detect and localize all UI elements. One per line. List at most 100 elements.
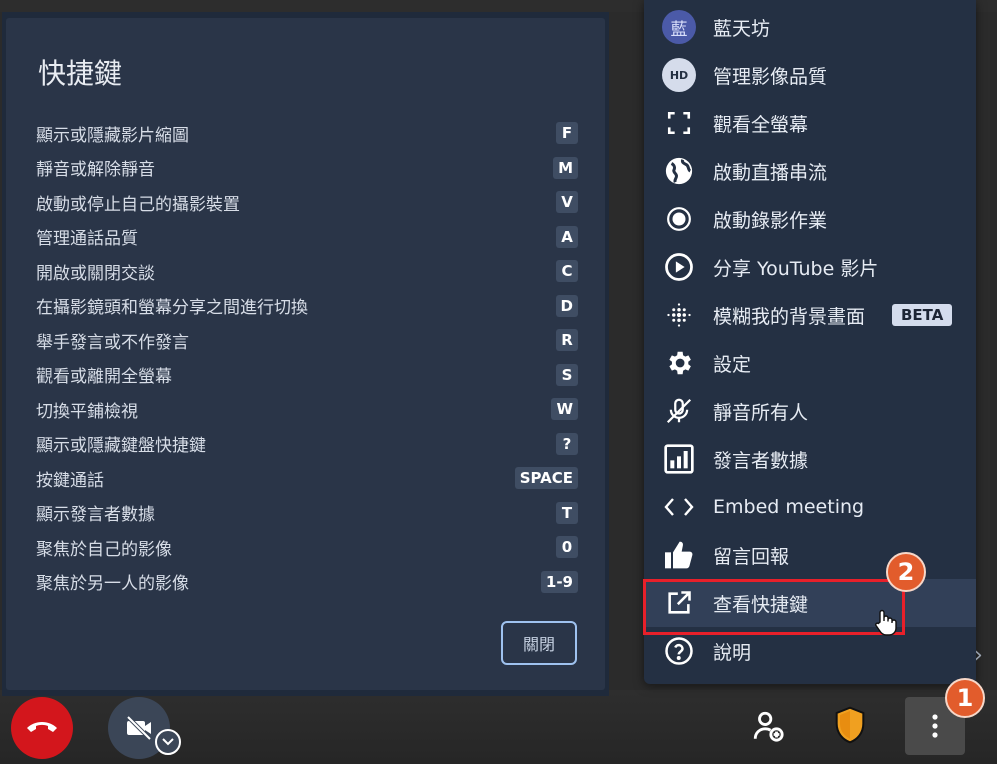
menu-item-embed-meeting[interactable]: Embed meeting: [644, 483, 976, 531]
menu-item-video-quality[interactable]: HD 管理影像品質: [644, 51, 976, 99]
step-badge-2: 2: [886, 552, 926, 592]
shortcut-key: 0: [556, 536, 578, 559]
shortcut-key: S: [556, 363, 578, 386]
help-icon: [662, 634, 696, 668]
shortcut-label: 顯示或隱藏影片縮圖: [36, 125, 189, 146]
menu-item-share-youtube[interactable]: 分享 YouTube 影片: [644, 243, 976, 291]
phone-hangup-icon: [27, 722, 57, 732]
menu-item-mute-everyone[interactable]: 靜音所有人: [644, 387, 976, 435]
shield-icon: [835, 706, 865, 744]
globe-icon: [662, 154, 696, 188]
shortcut-key: F: [556, 122, 578, 145]
shortcut-row: 顯示發言者數據 T: [36, 496, 578, 531]
highlight-box: [643, 579, 905, 635]
code-icon: [662, 490, 696, 524]
shortcut-list: 顯示或隱藏影片縮圖 F 靜音或解除靜音 M 啟動或停止自己的攝影裝置 V 管理通話品質 A 開啟…: [36, 116, 578, 599]
shortcut-row: 在攝影鏡頭和螢幕分享之間進行切換 D: [36, 289, 578, 324]
shortcut-key: V: [556, 191, 578, 214]
shortcut-row: 管理通話品質 A: [36, 220, 578, 255]
shortcut-row: 聚焦於自己的影像 0: [36, 530, 578, 565]
invite-button[interactable]: [748, 706, 788, 746]
menu-item-label: 靜音所有人: [713, 401, 809, 424]
blur-icon: [662, 298, 696, 332]
shortcut-row: 顯示或隱藏鍵盤快捷鍵?: [36, 427, 578, 462]
more-vertical-icon: [932, 714, 938, 738]
shortcut-key: M: [553, 156, 578, 179]
menu-item-label: 模糊我的背景畫面: [713, 305, 866, 328]
thumbs-up-icon: [662, 538, 696, 572]
shortcut-row: 舉手發言或不作發言 R: [36, 323, 578, 358]
shortcut-label: 切換平鋪檢視: [36, 401, 138, 422]
shortcut-label: 管理通話品質: [36, 229, 138, 250]
menu-item-label: 分享 YouTube 影片: [713, 257, 879, 280]
dialog-title: 快捷鍵: [38, 57, 123, 90]
menu-item-recording[interactable]: 啟動錄影作業: [644, 195, 976, 243]
shortcut-row: 啟動或停止自己的攝影裝置 V: [36, 185, 578, 220]
shortcut-label: 按鍵通話: [36, 470, 104, 491]
record-icon: [662, 202, 696, 236]
shortcut-label: 觀看或離開全螢幕: [36, 367, 172, 388]
shortcut-label: 顯示或隱藏鍵盤快捷鍵: [36, 436, 206, 457]
shortcuts-dialog-panel: 快捷鍵 顯示或隱藏影片縮圖 F 靜音或解除靜音 M 啟動或停止自己的攝影裝置 V 管理通話品…: [6, 18, 605, 690]
hd-icon: HD: [662, 58, 696, 92]
shortcut-label: 在攝影鏡頭和螢幕分享之間進行切換: [36, 298, 308, 319]
hang-up-button[interactable]: [11, 697, 73, 759]
chevron-down-icon: [162, 738, 174, 746]
shortcut-label: 聚焦於自己的影像: [36, 539, 172, 560]
shortcut-row: 按鍵通話 SPACE: [36, 461, 578, 496]
play-circle-icon: [662, 250, 696, 284]
beta-badge: BETA: [892, 304, 953, 326]
shortcut-row: 切換平鋪檢視 W: [36, 392, 578, 427]
shortcut-key: ?: [556, 432, 578, 455]
fullscreen-icon: [662, 106, 696, 140]
menu-item-label: 留言回報: [713, 545, 790, 568]
bar-chart-icon: [662, 442, 696, 476]
shortcut-key: R: [556, 329, 578, 352]
hand-cursor-icon: [875, 609, 897, 636]
menu-item-settings[interactable]: 設定: [644, 339, 976, 387]
shortcut-key: 1-9: [540, 570, 578, 593]
shortcuts-dialog: 快捷鍵 顯示或隱藏影片縮圖 F 靜音或解除靜音 M 啟動或停止自己的攝影裝置 V 管理通話品…: [2, 12, 609, 696]
menu-item-label: 發言者數據: [713, 449, 809, 472]
shortcut-key: W: [551, 398, 578, 421]
menu-item-label: 藍天坊: [713, 17, 771, 40]
shortcut-key: D: [555, 294, 578, 317]
shortcut-row: 聚焦於另一人的影像 1-9: [36, 565, 578, 600]
gear-icon: [662, 346, 696, 380]
chevron-right-icon: ›: [974, 643, 983, 668]
menu-item-label: 啟動錄影作業: [713, 209, 828, 232]
menu-item-label: 啟動直播串流: [713, 161, 828, 184]
shortcut-key: C: [556, 260, 578, 283]
add-person-icon: [753, 711, 784, 742]
shortcut-row: 靜音或解除靜音 M: [36, 151, 578, 186]
security-button[interactable]: [830, 703, 870, 747]
menu-item-label: Embed meeting: [713, 496, 865, 518]
menu-item-label: 說明: [713, 641, 752, 664]
shortcut-label: 啟動或停止自己的攝影裝置: [36, 194, 240, 215]
shortcut-row: 觀看或離開全螢幕 S: [36, 358, 578, 393]
close-button[interactable]: 關閉: [501, 621, 577, 665]
menu-item-live-stream[interactable]: 啟動直播串流: [644, 147, 976, 195]
step-badge-1: 1: [945, 678, 985, 718]
shortcut-key: T: [556, 501, 578, 524]
menu-item-feedback[interactable]: 留言回報: [644, 531, 976, 579]
shortcut-row: 開啟或關閉交談 C: [36, 254, 578, 289]
menu-item-label: 管理影像品質: [713, 65, 828, 88]
user-avatar-icon: 藍: [662, 10, 696, 44]
menu-item-blur-background[interactable]: 模糊我的背景畫面 BETA: [644, 291, 976, 339]
shortcut-label: 靜音或解除靜音: [36, 160, 155, 181]
camera-off-icon: [126, 715, 152, 741]
menu-item-label: 觀看全螢幕: [713, 113, 809, 136]
menu-item-speaker-stats[interactable]: 發言者數據: [644, 435, 976, 483]
menu-item-label: 設定: [713, 353, 752, 376]
shortcut-label: 聚焦於另一人的影像: [36, 574, 189, 595]
mic-off-icon: [662, 394, 696, 428]
shortcut-row: 顯示或隱藏影片縮圖 F: [36, 116, 578, 151]
camera-options-button[interactable]: [155, 729, 181, 755]
shortcut-key: SPACE: [514, 467, 578, 490]
menu-item-profile[interactable]: 藍 藍天坊: [644, 3, 976, 51]
shortcut-label: 舉手發言或不作發言: [36, 332, 189, 353]
shortcut-key: A: [556, 225, 578, 248]
shortcut-label: 顯示發言者數據: [36, 505, 155, 526]
menu-item-fullscreen[interactable]: 觀看全螢幕: [644, 99, 976, 147]
